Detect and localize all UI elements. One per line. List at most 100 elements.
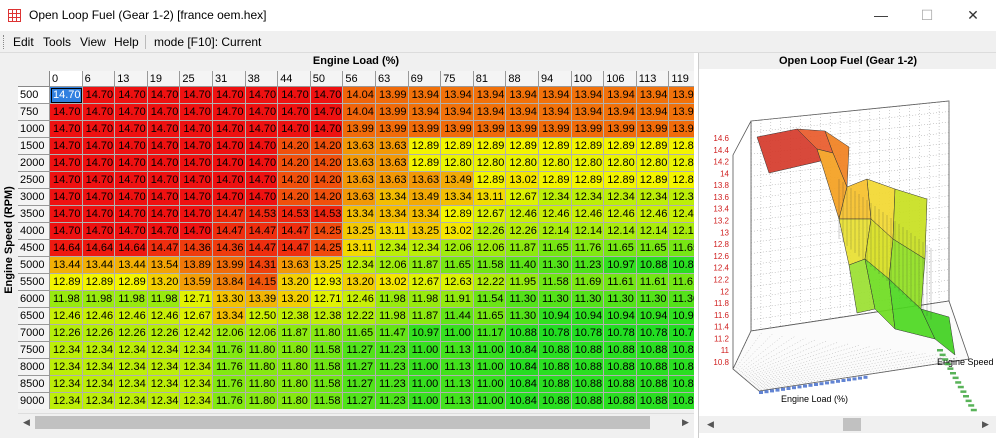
- table-cell[interactable]: 10.88: [636, 359, 670, 376]
- table-cell[interactable]: 11.98: [50, 291, 83, 308]
- table-cell[interactable]: 12.38: [278, 308, 311, 325]
- table-cell[interactable]: 14.20: [310, 155, 344, 172]
- table-cell[interactable]: 13.94: [539, 104, 572, 121]
- table-cell[interactable]: 14.70: [213, 189, 246, 206]
- table-cell[interactable]: 10.78: [571, 325, 605, 342]
- table-cell[interactable]: 13.63: [376, 172, 409, 189]
- table-cell[interactable]: 12.22: [473, 274, 507, 291]
- table-cell[interactable]: 13.94: [669, 87, 694, 104]
- table-cell[interactable]: 10.78: [539, 325, 572, 342]
- table-cell[interactable]: 12.46: [343, 291, 376, 308]
- table-cell[interactable]: 14.70: [180, 87, 213, 104]
- column-header[interactable]: 106: [604, 71, 637, 87]
- table-cell[interactable]: 10.84: [506, 359, 539, 376]
- table-cell[interactable]: 13.89: [180, 257, 213, 274]
- table-cell[interactable]: 13.25: [310, 257, 344, 274]
- table-cell[interactable]: 12.89: [50, 274, 83, 291]
- row-header[interactable]: 3500: [18, 206, 50, 223]
- table-cell[interactable]: 11.23: [376, 376, 409, 393]
- table-cell[interactable]: 13.99: [539, 121, 572, 138]
- table-cell[interactable]: 12.46: [636, 206, 670, 223]
- table-cell[interactable]: 13.11: [343, 240, 376, 257]
- table-cell[interactable]: 14.15: [245, 274, 279, 291]
- table-cell[interactable]: 14.70: [115, 155, 148, 172]
- row-header[interactable]: 2500: [18, 172, 50, 189]
- table-cell[interactable]: 14.47: [213, 223, 246, 240]
- table-cell[interactable]: 13.63: [408, 172, 442, 189]
- table-cell[interactable]: 11.27: [343, 376, 376, 393]
- table-cell[interactable]: 13.84: [213, 274, 246, 291]
- table-cell[interactable]: 11.76: [213, 393, 246, 409]
- table-cell[interactable]: 10.78: [604, 325, 637, 342]
- table-cell[interactable]: 14.70: [115, 189, 148, 206]
- table-cell[interactable]: 12.34: [50, 342, 83, 359]
- table-cell[interactable]: 14.70: [213, 172, 246, 189]
- table-cell[interactable]: 13.94: [506, 87, 539, 104]
- table-cell[interactable]: 11.00: [441, 325, 474, 342]
- table-cell[interactable]: 11.23: [376, 359, 409, 376]
- table-cell[interactable]: 12.34: [82, 393, 116, 409]
- table-cell[interactable]: 12.06: [441, 240, 474, 257]
- table-cell[interactable]: 13.94: [408, 104, 442, 121]
- table-cell[interactable]: 13.99: [213, 257, 246, 274]
- table-cell[interactable]: 13.99: [343, 121, 376, 138]
- table-cell[interactable]: 13.94: [473, 104, 507, 121]
- table-cell[interactable]: 11.69: [571, 274, 605, 291]
- column-header[interactable]: 113: [636, 71, 670, 87]
- table-cell[interactable]: 12.89: [539, 172, 572, 189]
- table-cell[interactable]: 12.89: [571, 172, 605, 189]
- table-cell[interactable]: 12.80: [604, 155, 637, 172]
- table-cell[interactable]: 13.20: [278, 291, 311, 308]
- table-cell[interactable]: 14.70: [147, 121, 181, 138]
- table-cell[interactable]: 12.46: [50, 308, 83, 325]
- table-cell[interactable]: 14.70: [245, 121, 279, 138]
- menu-help[interactable]: Help: [114, 35, 139, 49]
- table-cell[interactable]: 11.00: [408, 393, 442, 409]
- table-cell[interactable]: 14.70: [147, 138, 181, 155]
- table-cell[interactable]: 11.54: [473, 291, 507, 308]
- table-cell[interactable]: 12.89: [506, 138, 539, 155]
- maximize-button[interactable]: ☐: [904, 0, 950, 30]
- table-cell[interactable]: 13.99: [441, 121, 474, 138]
- table-cell[interactable]: 14.70: [278, 104, 311, 121]
- table-cell[interactable]: 13.63: [343, 172, 376, 189]
- table-cell[interactable]: 14.70: [180, 206, 213, 223]
- table-cell[interactable]: 10.94: [636, 308, 670, 325]
- table-cell[interactable]: 14.70: [180, 138, 213, 155]
- scroll-right-icon[interactable]: ▶: [677, 414, 694, 431]
- table-cell[interactable]: 14.70: [82, 87, 116, 104]
- table-cell[interactable]: 13.63: [376, 155, 409, 172]
- table-cell[interactable]: 11.76: [213, 376, 246, 393]
- table-cell[interactable]: 14.70: [245, 155, 279, 172]
- table-cell[interactable]: 12.06: [376, 257, 409, 274]
- column-header[interactable]: 6: [82, 71, 116, 87]
- table-cell[interactable]: 14.70: [245, 172, 279, 189]
- table-cell[interactable]: 12.34: [636, 189, 670, 206]
- table-cell[interactable]: 13.49: [441, 172, 474, 189]
- table-cell[interactable]: 13.20: [147, 274, 181, 291]
- table-cell[interactable]: 11.65: [343, 325, 376, 342]
- table-cell[interactable]: 13.11: [376, 223, 409, 240]
- fuel-table-grid[interactable]: 0 6 13 19 25 31 38 44 50 56 63 69 75 81 88 94 100 106 113 1…: [18, 71, 694, 409]
- table-cell[interactable]: 13.99: [604, 121, 637, 138]
- table-cell[interactable]: 12.46: [115, 308, 148, 325]
- table-cell[interactable]: 11.98: [147, 291, 181, 308]
- table-cell[interactable]: 14.70: [115, 87, 148, 104]
- column-header[interactable]: 13: [115, 71, 148, 87]
- column-header[interactable]: 63: [376, 71, 409, 87]
- table-cell[interactable]: 11.80: [278, 342, 311, 359]
- table-cell[interactable]: 13.99: [669, 121, 694, 138]
- selected-table-cell[interactable]: 14.70: [50, 87, 83, 104]
- table-cell[interactable]: 12.71: [310, 291, 344, 308]
- table-cell[interactable]: 14.70: [115, 104, 148, 121]
- table-cell[interactable]: 10.94: [571, 308, 605, 325]
- table-cell[interactable]: 11.80: [278, 359, 311, 376]
- table-cell[interactable]: 14.70: [115, 206, 148, 223]
- row-header[interactable]: 500: [18, 87, 50, 104]
- table-cell[interactable]: 14.53: [310, 206, 344, 223]
- table-cell[interactable]: 13.25: [343, 223, 376, 240]
- table-cell[interactable]: 12.80: [571, 155, 605, 172]
- table-cell[interactable]: 11.13: [441, 359, 474, 376]
- table-cell[interactable]: 13.94: [571, 104, 605, 121]
- table-cell[interactable]: 13.34: [408, 206, 442, 223]
